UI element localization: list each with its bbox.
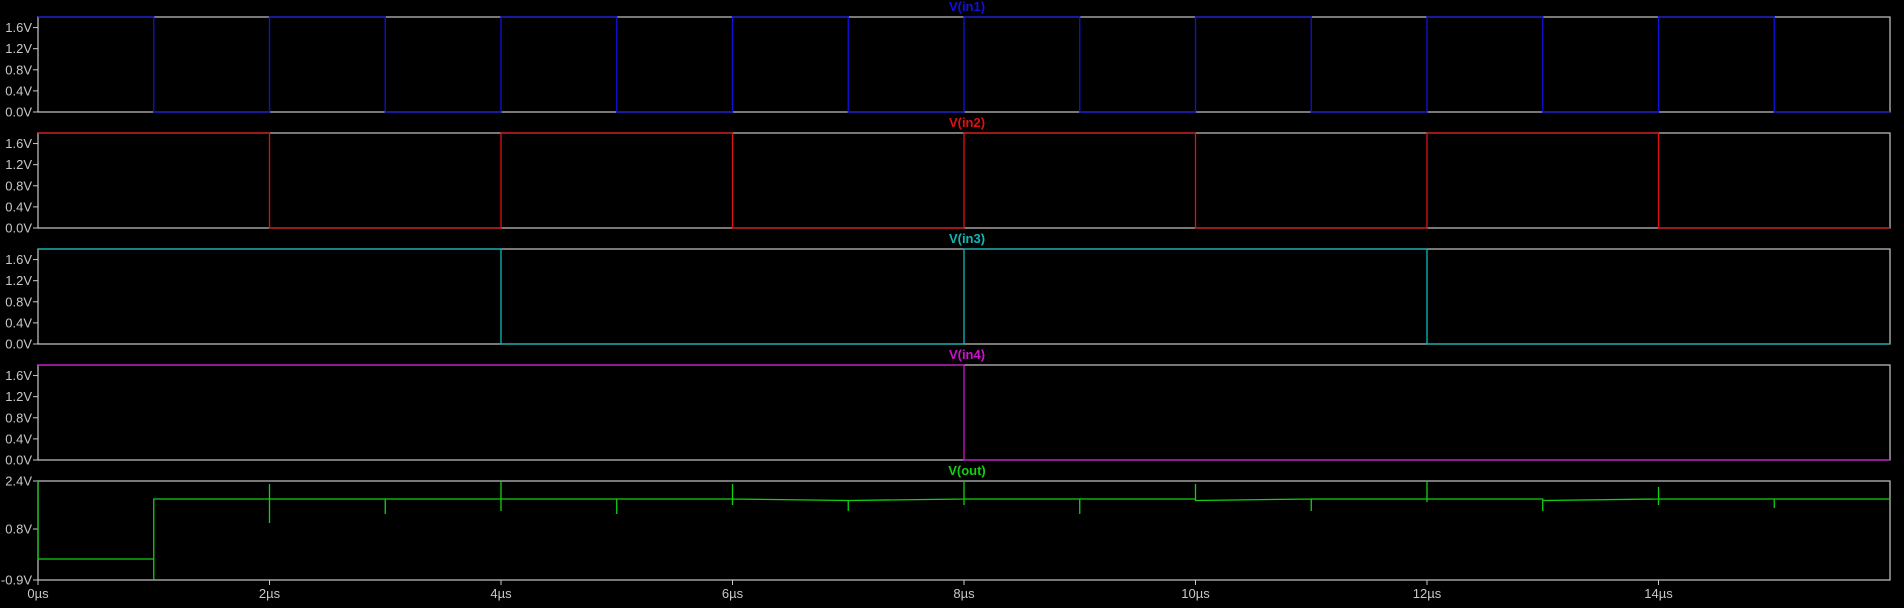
y-tick-label: 0.4V: [5, 83, 32, 98]
y-tick-label: 0.8V: [5, 410, 32, 425]
pane-2: V(in2) 0.0V 0.4V 0.8V 1.2V 1.6V: [5, 115, 1891, 236]
pane-3: V(in3) 0.0V 0.4V 0.8V 1.2V 1.6V: [5, 231, 1891, 352]
x-tick-label: 14µs: [1644, 586, 1673, 601]
y-tick-label: 1.6V: [5, 368, 32, 383]
y-tick-label: 0.0V: [5, 453, 32, 468]
y-tick-label: 1.6V: [5, 20, 32, 35]
y-tick-label: 1.2V: [5, 389, 32, 404]
y-tick-label: 0.0V: [5, 337, 32, 352]
pane-title: V(in4): [949, 347, 985, 362]
pane-title: V(in2): [949, 115, 985, 130]
y-tick-label: 0.8V: [5, 522, 32, 537]
y-tick-label: 2.4V: [5, 474, 32, 489]
y-tick-label: 1.2V: [5, 157, 32, 172]
y-tick-label: 0.4V: [5, 315, 32, 330]
series-line: [38, 132, 1890, 229]
series-line: [37, 481, 1890, 580]
y-tick-label: 1.6V: [5, 136, 32, 151]
x-tick-label: 4µs: [490, 586, 512, 601]
y-tick-label: 1.6V: [5, 252, 32, 267]
pane-title: V(in3): [949, 231, 985, 246]
x-tick-label: 0µs: [27, 586, 49, 601]
y-tick-label: 1.2V: [5, 41, 32, 56]
y-tick-label: 0.0V: [5, 221, 32, 236]
x-tick-label: 10µs: [1181, 586, 1210, 601]
x-tick-label: 12µs: [1413, 586, 1442, 601]
y-tick-label: 1.2V: [5, 273, 32, 288]
series-line: [38, 16, 1890, 113]
series-line: [38, 248, 1890, 345]
waveform-plot: V(in1) 0.0V 0.4V 0.8V 1.2V 1.6V V(in2) 0.0V 0.4V…: [1, 0, 1891, 601]
y-tick-label: 0.8V: [5, 62, 32, 77]
waveform-viewer: V(in1) 0.0V 0.4V 0.8V 1.2V 1.6V V(in2) 0.0V 0.4V…: [0, 0, 1904, 603]
y-tick-label: 0.4V: [5, 431, 32, 446]
x-tick-label: 2µs: [259, 586, 281, 601]
x-tick-label: 6µs: [722, 586, 744, 601]
pane-title: V(out): [948, 463, 986, 478]
x-tick-label: 8µs: [953, 586, 975, 601]
y-tick-label: 0.8V: [5, 178, 32, 193]
pane-5: V(out)-0.9V0.8V2.4V0µs 2µs 4µs 6µs 8µs 10µs 12…: [1, 463, 1891, 601]
series-line: [38, 364, 1890, 461]
y-tick-label: 0.8V: [5, 294, 32, 309]
y-tick-label: 0.4V: [5, 199, 32, 214]
pane-title: V(in1): [949, 0, 985, 14]
y-tick-label: 0.0V: [5, 105, 32, 120]
pane-1: V(in1) 0.0V 0.4V 0.8V 1.2V 1.6V: [5, 0, 1891, 120]
pane-4: V(in4) 0.0V 0.4V 0.8V 1.2V 1.6V: [5, 347, 1891, 468]
